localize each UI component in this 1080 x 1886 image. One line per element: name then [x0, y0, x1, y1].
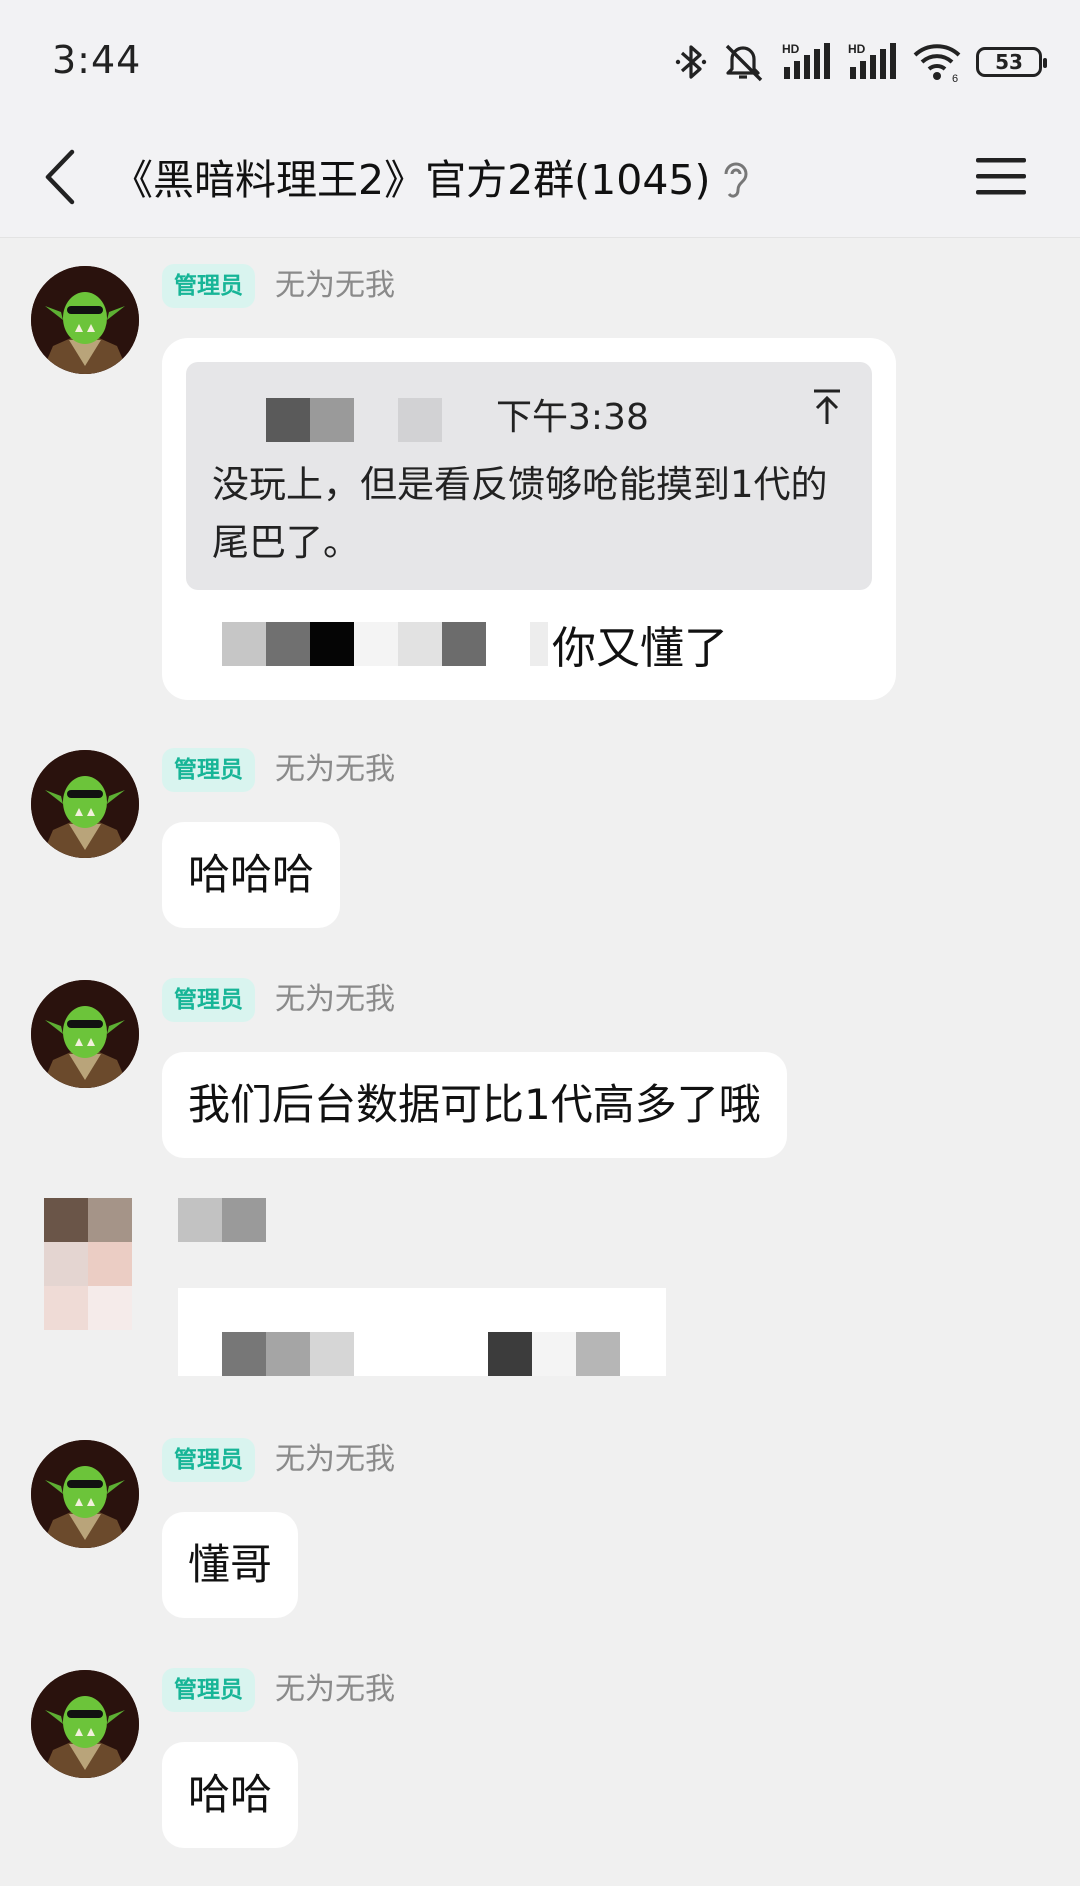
back-icon[interactable] [34, 144, 94, 210]
redacted-block [354, 622, 398, 666]
sender-name[interactable]: 无为无我 [275, 1438, 395, 1482]
message-text: 你又懂了 [552, 623, 728, 674]
sender-name[interactable]: 无为无我 [275, 264, 395, 308]
redacted-block [398, 622, 442, 666]
jump-to-quote-icon[interactable] [812, 388, 842, 426]
admin-badge: 管理员 [162, 748, 255, 792]
battery-level: 53 [995, 50, 1023, 74]
sender-name[interactable]: 无为无我 [275, 978, 395, 1022]
hd-signal-icon: HD [848, 42, 896, 79]
orc-avatar-icon [31, 266, 139, 374]
chat-title[interactable]: 《黑暗料理王2》官方2群(1045) [112, 146, 711, 206]
redacted-block [532, 1332, 576, 1376]
svg-text:HD: HD [848, 42, 866, 56]
redacted-block [222, 1332, 266, 1376]
avatar[interactable] [31, 1440, 139, 1548]
wifi-icon: 6 [913, 44, 961, 83]
quoted-message-text: 没玩上，但是看反馈够呛能摸到1代的尾巴了。 [212, 463, 828, 564]
hd-signal-icon: HD [782, 42, 830, 79]
message-bubble[interactable]: 哈哈 [162, 1742, 299, 1848]
orc-avatar-icon [31, 1670, 139, 1778]
redacted-block [530, 622, 548, 666]
redacted-avatar-block [44, 1242, 88, 1286]
redacted-block [442, 622, 486, 666]
admin-badge: 管理员 [162, 264, 255, 308]
redacted-avatar-block [44, 1198, 88, 1242]
message-bubble[interactable]: 懂哥 [162, 1512, 299, 1618]
redacted-block [310, 622, 354, 666]
chat-header: 《黑暗料理王2》官方2群(1045) [0, 118, 1080, 238]
redacted-block [310, 398, 354, 442]
redacted-avatar-block [88, 1286, 132, 1330]
mute-icon [725, 44, 763, 82]
svg-text:HD: HD [782, 42, 800, 56]
redacted-block [266, 622, 310, 666]
avatar[interactable] [31, 266, 139, 374]
ear-icon[interactable] [718, 158, 752, 202]
redacted-block [266, 398, 310, 442]
message-bubble[interactable]: 哈哈哈 [162, 822, 341, 928]
status-bar: 3:44 HD HD 6 53 [0, 0, 1080, 118]
redacted-avatar-block [88, 1242, 132, 1286]
redacted-avatar-block [44, 1286, 88, 1330]
message-bubble[interactable]: 我们后台数据可比1代高多了哦 [162, 1052, 787, 1158]
bluetooth-icon [675, 45, 707, 79]
status-icons: HD HD 6 53 [674, 40, 1047, 84]
admin-badge: 管理员 [162, 1438, 255, 1482]
redacted-block [222, 1198, 266, 1242]
svg-text:6: 6 [952, 73, 958, 83]
redacted-block [488, 1332, 532, 1376]
avatar[interactable] [31, 750, 139, 858]
avatar[interactable] [31, 1670, 139, 1778]
admin-badge: 管理员 [162, 1668, 255, 1712]
orc-avatar-icon [31, 980, 139, 1088]
quoted-message-time: 下午3:38 [496, 397, 649, 438]
battery-icon: 53 [976, 47, 1047, 77]
redacted-block [576, 1332, 620, 1376]
menu-icon[interactable] [974, 152, 1028, 200]
admin-badge: 管理员 [162, 978, 255, 1022]
redacted-block [398, 398, 442, 442]
redacted-block [222, 622, 266, 666]
orc-avatar-icon [31, 750, 139, 858]
sender-name[interactable]: 无为无我 [275, 1668, 395, 1712]
status-time: 3:44 [52, 38, 142, 82]
redacted-block [266, 1332, 310, 1376]
redacted-block [178, 1198, 222, 1242]
avatar[interactable] [31, 980, 139, 1088]
redacted-block [310, 1332, 354, 1376]
redacted-avatar-block [88, 1198, 132, 1242]
sender-name[interactable]: 无为无我 [275, 748, 395, 792]
orc-avatar-icon [31, 1440, 139, 1548]
